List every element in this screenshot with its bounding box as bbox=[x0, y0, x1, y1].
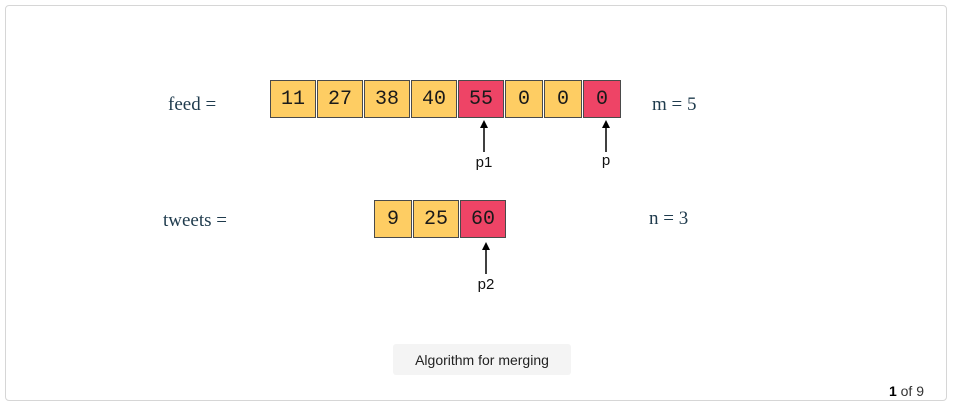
slide-pager[interactable]: 1 of 9 bbox=[889, 383, 924, 399]
feed-cell: 0 bbox=[544, 80, 582, 118]
p2-label: p2 bbox=[477, 276, 495, 293]
feed-cell: 55 bbox=[458, 80, 504, 118]
feed-cell: 0 bbox=[505, 80, 543, 118]
tweets-cell: 9 bbox=[374, 200, 412, 238]
feed-cell: 0 bbox=[583, 80, 621, 118]
feed-cell: 38 bbox=[364, 80, 410, 118]
feed-cell: 11 bbox=[270, 80, 316, 118]
tweets-cell: 25 bbox=[413, 200, 459, 238]
p1-label: p1 bbox=[475, 154, 493, 171]
feed-size-label: m = 5 bbox=[652, 94, 697, 115]
slide-caption: Algorithm for merging bbox=[393, 344, 571, 375]
tweets-cell: 60 bbox=[460, 200, 506, 238]
tweets-label: tweets = bbox=[163, 210, 228, 231]
feed-cell: 27 bbox=[317, 80, 363, 118]
p-label: p bbox=[601, 152, 611, 169]
pager-total: of 9 bbox=[900, 383, 924, 399]
feed-cell: 40 bbox=[411, 80, 457, 118]
p-arrow bbox=[602, 120, 610, 152]
feed-label: feed = bbox=[168, 94, 217, 115]
slide-frame: feed = 11 27 38 40 55 0 0 0 m = 5 p1 p tweets =… bbox=[5, 5, 947, 401]
tweets-size-label: n = 3 bbox=[649, 208, 689, 229]
p2-arrow bbox=[482, 242, 490, 274]
pager-current: 1 bbox=[888, 383, 897, 399]
p1-arrow bbox=[480, 120, 488, 152]
